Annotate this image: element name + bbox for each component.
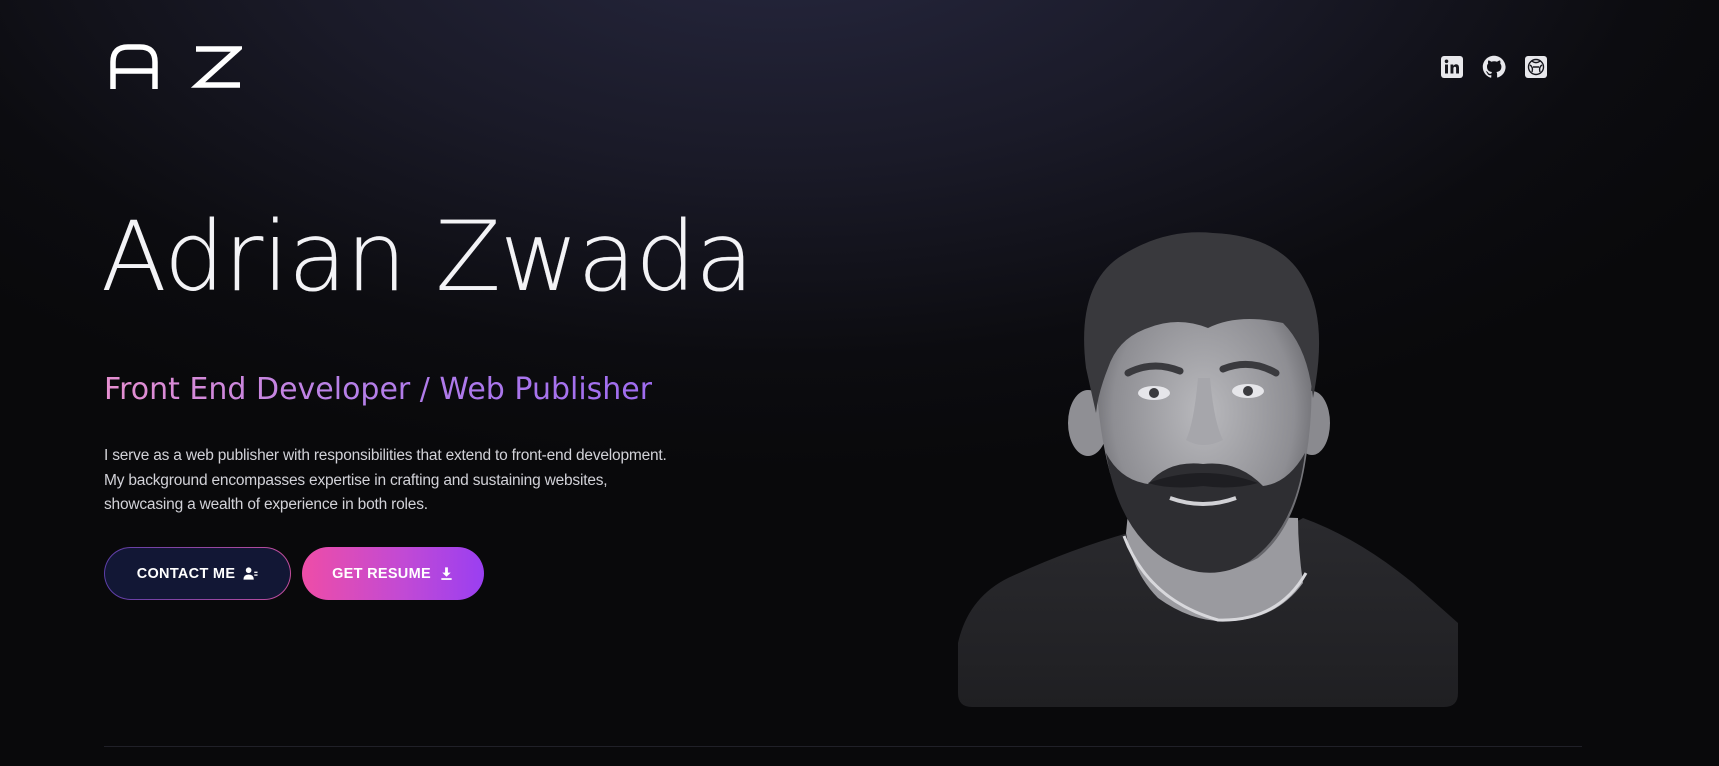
hero-description: I serve as a web publisher with responsi… (104, 444, 704, 518)
download-icon (441, 567, 452, 580)
get-resume-label: GET RESUME (332, 565, 431, 582)
contact-me-label: CONTACT ME (136, 565, 236, 582)
github-icon[interactable] (1482, 55, 1506, 79)
description-line: I serve as a web publisher with responsi… (104, 447, 667, 464)
logo-letter-z (190, 46, 242, 88)
profile-photo (958, 232, 1458, 707)
linkedin-icon[interactable] (1440, 55, 1464, 79)
get-resume-button[interactable]: GET RESUME (302, 547, 484, 600)
social-links (1440, 55, 1548, 79)
description-line: showcasing a wealth of experience in bot… (104, 496, 428, 513)
hero-role: Front End Developer / Web Publisher (104, 372, 653, 407)
codepen-icon[interactable] (1524, 55, 1548, 79)
description-line: My background encompasses expertise in c… (104, 471, 608, 489)
logo-letter-a (110, 44, 158, 89)
contact-me-button[interactable]: CONTACT ME (104, 547, 291, 600)
section-divider (104, 746, 1582, 747)
logo[interactable] (110, 44, 242, 90)
hero-name: Adrian Zwada (101, 201, 754, 313)
contact-card-icon (243, 567, 258, 580)
